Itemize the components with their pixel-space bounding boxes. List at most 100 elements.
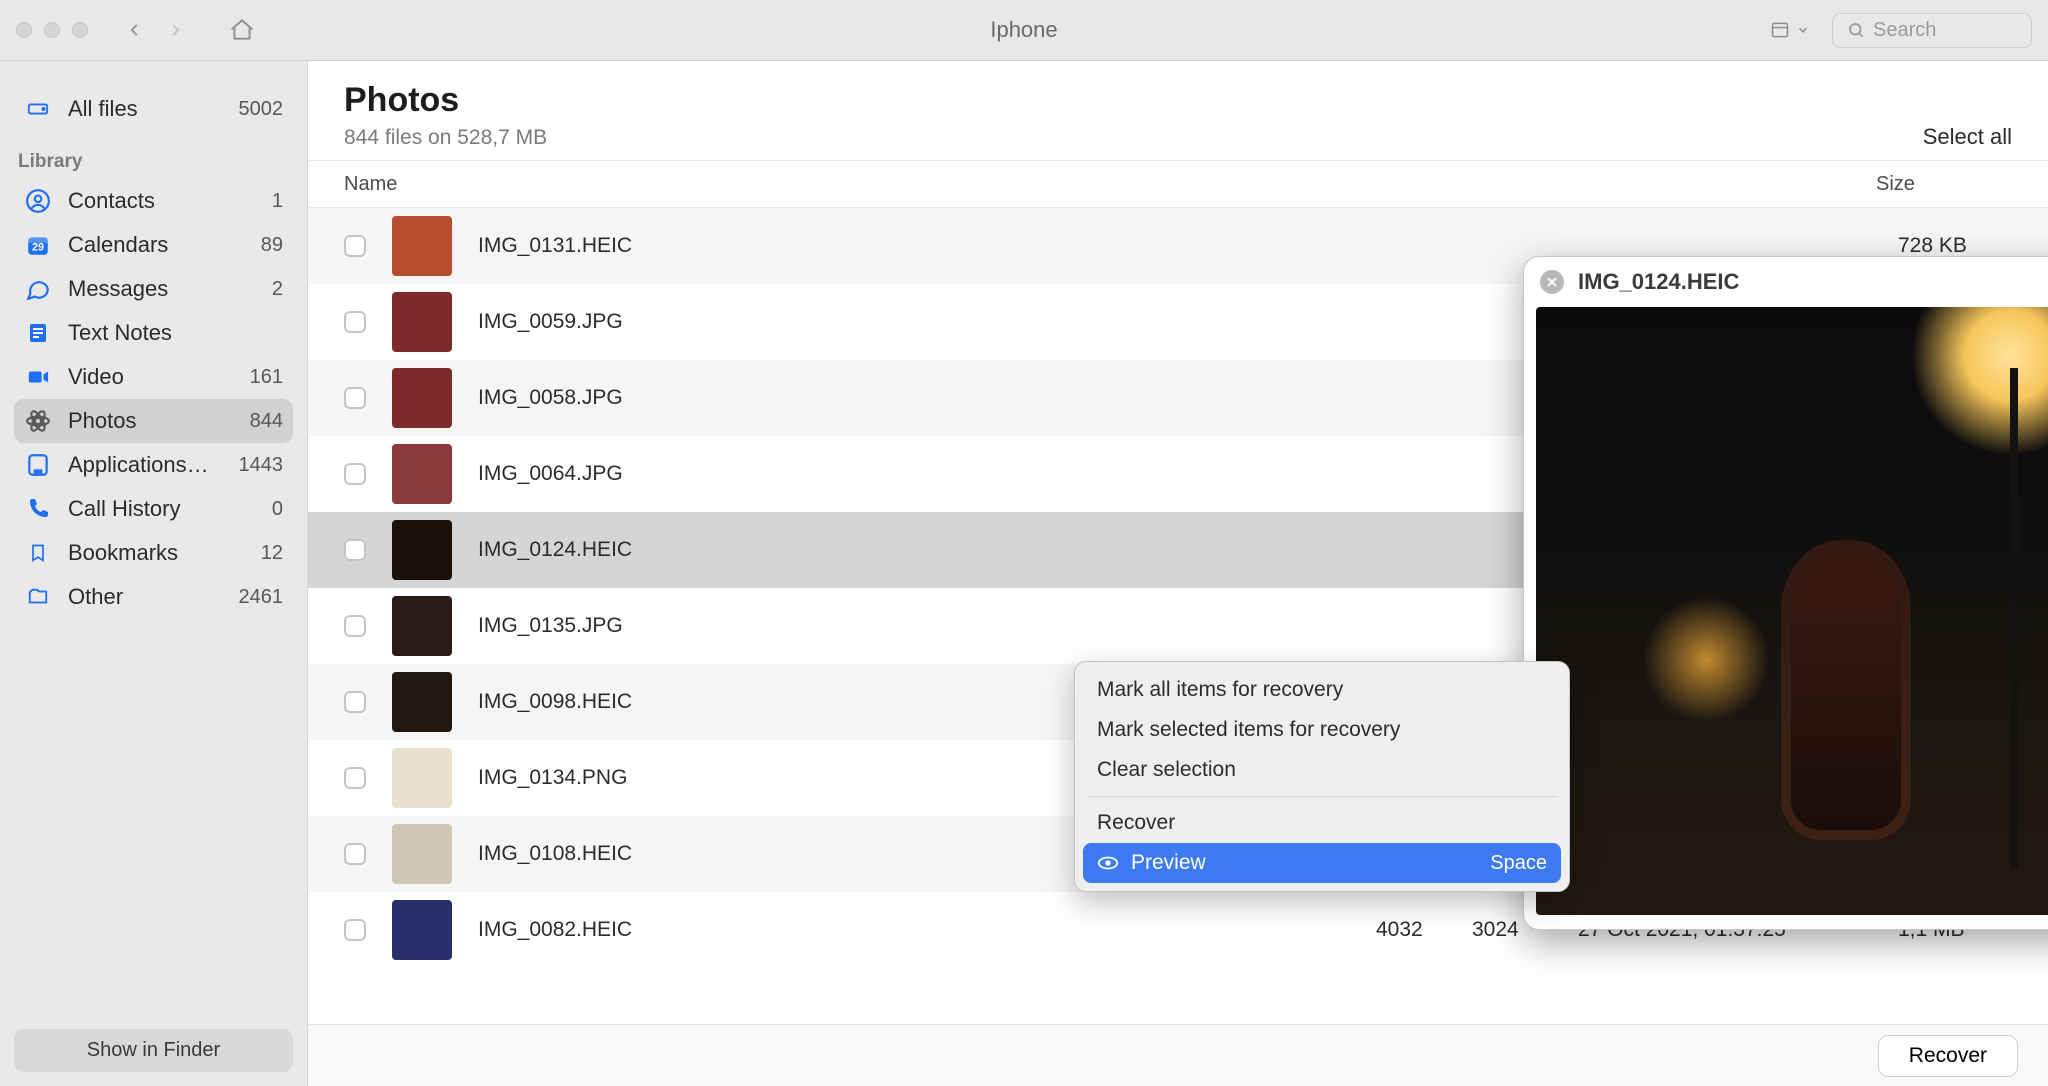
sidebar: All files 5002 Library Contacts129Calend… (0, 61, 308, 1086)
show-in-finder-button[interactable]: Show in Finder (14, 1029, 293, 1072)
context-menu-item[interactable]: Recover (1083, 803, 1561, 843)
disk-icon (24, 95, 52, 123)
context-menu-item[interactable]: Mark selected items for recovery (1083, 710, 1561, 750)
sidebar-item-label: Applications… (68, 452, 209, 478)
calendars-icon: 29 (24, 231, 52, 259)
close-window-icon[interactable] (16, 22, 32, 38)
row-checkbox[interactable] (344, 919, 366, 941)
sidebar-item-bookmarks[interactable]: Bookmarks12 (14, 531, 293, 575)
sidebar-item-other[interactable]: Other 2461 (14, 575, 293, 619)
context-menu-shortcut: Space (1490, 852, 1547, 875)
close-icon[interactable] (1540, 270, 1564, 294)
context-menu-label: Mark all items for recovery (1097, 678, 1343, 702)
sidebar-item-label: Messages (68, 276, 168, 302)
file-name: IMG_0064.JPG (478, 462, 1376, 486)
row-checkbox[interactable] (344, 387, 366, 409)
video-icon (24, 363, 52, 391)
thumbnail (392, 672, 452, 732)
thumbnail (392, 824, 452, 884)
preview-title: IMG_0124.HEIC (1578, 269, 1739, 295)
select-all-button[interactable]: Select all (1923, 124, 2012, 150)
sidebar-item-label: Photos (68, 408, 137, 434)
search-input[interactable]: Search (1832, 13, 2032, 48)
sidebar-item-messages[interactable]: Messages2 (14, 267, 293, 311)
page-title: Photos (344, 81, 547, 120)
eye-icon (1097, 852, 1119, 874)
sidebar-item-label: Other (68, 584, 123, 610)
file-name: IMG_0124.HEIC (478, 538, 1376, 562)
row-checkbox[interactable] (344, 311, 366, 333)
sidebar-item-calendars[interactable]: 29Calendars89 (14, 223, 293, 267)
thumbnail (392, 900, 452, 960)
sidebar-item-count: 1443 (239, 454, 284, 477)
calls-icon (24, 495, 52, 523)
sidebar-item-count: 0 (272, 498, 283, 521)
row-checkbox[interactable] (344, 463, 366, 485)
main-panel: Photos 844 files on 528,7 MB Select all … (308, 61, 2048, 1086)
column-size[interactable]: Size (1876, 173, 2026, 196)
thumbnail (392, 216, 452, 276)
sidebar-item-count: 2461 (239, 586, 284, 609)
column-name[interactable]: Name (344, 173, 1354, 196)
sidebar-item-label: Bookmarks (68, 540, 178, 566)
file-name: IMG_0082.HEIC (478, 918, 1376, 942)
page-subtitle: 844 files on 528,7 MB (344, 126, 547, 150)
messages-icon (24, 275, 52, 303)
row-checkbox[interactable] (344, 235, 366, 257)
sidebar-item-count: 844 (250, 410, 283, 433)
row-checkbox[interactable] (344, 615, 366, 637)
sidebar-item-calls[interactable]: Call History 0 (14, 487, 293, 531)
sidebar-item-count: 5002 (239, 98, 284, 121)
photos-icon (24, 407, 52, 435)
bookmarks-icon (24, 539, 52, 567)
home-button[interactable] (224, 12, 260, 48)
file-name: IMG_0059.JPG (478, 310, 1376, 334)
row-checkbox[interactable] (344, 691, 366, 713)
recover-button[interactable]: Recover (1878, 1035, 2018, 1077)
context-menu-item[interactable]: Clear selection (1083, 750, 1561, 790)
thumbnail (392, 368, 452, 428)
window-controls (16, 22, 88, 38)
search-placeholder: Search (1873, 19, 1936, 42)
view-switch-button[interactable] (1760, 14, 1818, 46)
context-menu-separator (1087, 796, 1557, 797)
textnotes-icon (24, 319, 52, 347)
sidebar-item-label: Call History (68, 496, 180, 522)
row-checkbox[interactable] (344, 539, 366, 561)
apps-icon (24, 451, 52, 479)
forward-button[interactable] (158, 12, 194, 48)
context-menu-item[interactable]: Mark all items for recovery (1083, 670, 1561, 710)
sidebar-item-apps[interactable]: Applications… 1443 (14, 443, 293, 487)
column-headers: Name Size (308, 160, 2048, 208)
titlebar: Iphone Search (0, 0, 2048, 61)
window-title: Iphone (0, 17, 2048, 43)
sidebar-item-label: Calendars (68, 232, 168, 258)
preview-popover: IMG_0124.HEIC (1523, 256, 2048, 930)
thumbnail (392, 520, 452, 580)
thumbnail (392, 748, 452, 808)
back-button[interactable] (116, 12, 152, 48)
sidebar-item-contacts[interactable]: Contacts 1 (14, 179, 293, 223)
svg-text:29: 29 (32, 241, 44, 253)
fullscreen-window-icon[interactable] (72, 22, 88, 38)
context-menu: Mark all items for recovery Mark selected… (1074, 661, 1570, 892)
row-checkbox[interactable] (344, 843, 366, 865)
search-icon (1847, 21, 1865, 39)
main-footer: Recover (308, 1024, 2048, 1086)
sidebar-item-video[interactable]: Video161 (14, 355, 293, 399)
context-menu-item-preview[interactable]: Preview Space (1083, 843, 1561, 883)
sidebar-item-label: Text Notes (68, 320, 172, 346)
sidebar-item-all-files[interactable]: All files 5002 (14, 87, 293, 131)
thumbnail (392, 444, 452, 504)
sidebar-item-label: Contacts (68, 188, 155, 214)
sidebar-item-photos[interactable]: Photos 844 (14, 399, 293, 443)
row-checkbox[interactable] (344, 767, 366, 789)
file-name: IMG_0135.JPG (478, 614, 1376, 638)
contacts-icon (24, 187, 52, 215)
file-size: 728 KB (1898, 234, 2048, 258)
context-menu-label: Preview (1131, 851, 1206, 875)
sidebar-item-count: 1 (272, 190, 283, 213)
sidebar-item-textnotes[interactable]: Text Notes (14, 311, 293, 355)
file-name: IMG_0131.HEIC (478, 234, 1376, 258)
minimize-window-icon[interactable] (44, 22, 60, 38)
